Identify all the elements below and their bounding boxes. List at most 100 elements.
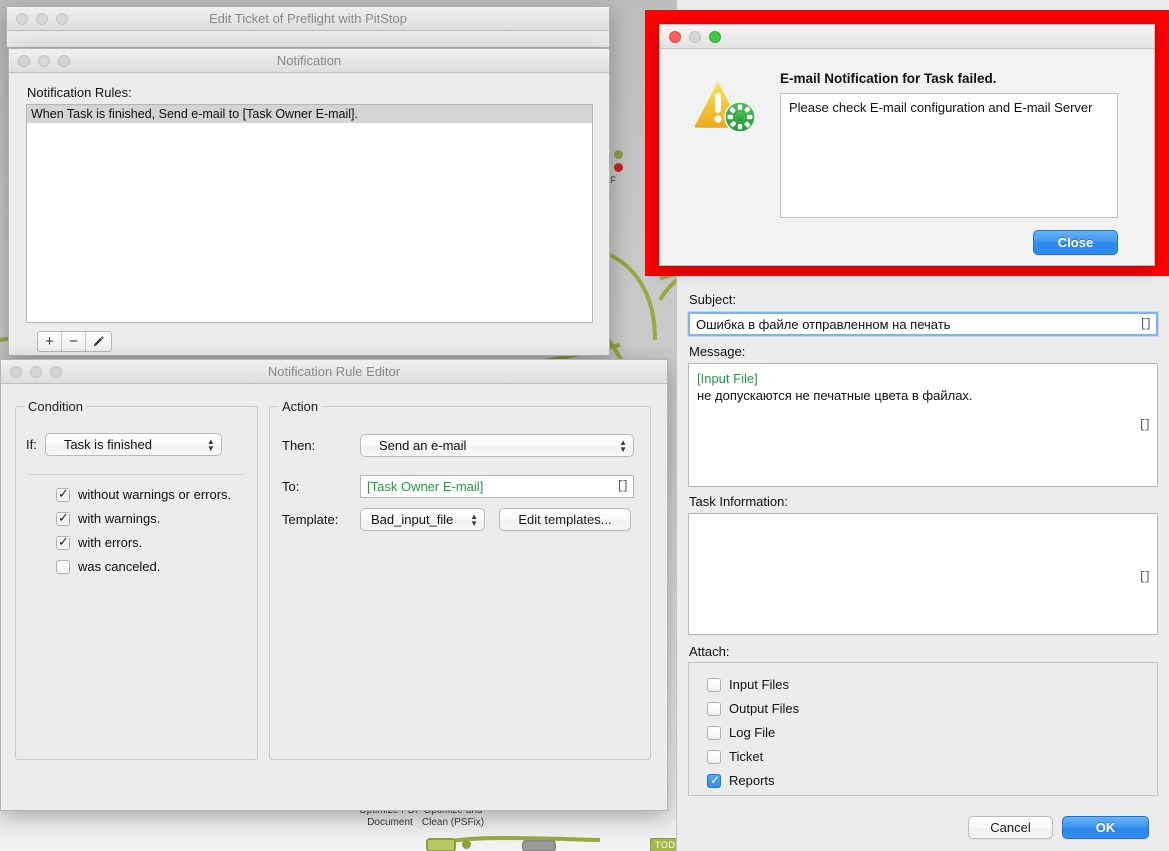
close-button[interactable] (16, 13, 28, 25)
checkbox-row[interactable]: was canceled. (56, 559, 231, 574)
checkbox-ticket[interactable] (707, 749, 721, 764)
minimize-button[interactable] (689, 31, 701, 43)
highlight-frame-top (645, 10, 1169, 24)
attach-row[interactable]: Ticket (707, 749, 1157, 764)
checkbox-with-warnings[interactable] (56, 510, 70, 526)
zoom-button[interactable] (709, 31, 721, 43)
if-condition-select[interactable]: Task is finished ▲ ▼ (44, 433, 222, 456)
checkbox-label: Reports (729, 773, 775, 788)
checkbox-without-warnings-or-errors[interactable] (56, 486, 70, 502)
checkbox-output-files[interactable] (707, 701, 721, 716)
cancel-button[interactable]: Cancel (968, 816, 1053, 839)
zoom-button[interactable] (56, 13, 68, 25)
checkbox-reports[interactable] (707, 772, 721, 788)
then-action-value: Send an e-mail (379, 438, 467, 453)
template-value: Bad_input_file (371, 512, 454, 527)
template-label: Template: (282, 512, 339, 527)
if-condition-value: Task is finished (63, 437, 152, 452)
chevron-updown-icon: ▲ ▼ (206, 436, 215, 453)
flowchart-node[interactable] (522, 840, 556, 851)
window-rule-editor[interactable]: Notification Rule Editor Condition If: T… (0, 359, 668, 811)
divider (26, 474, 246, 475)
titlebar-rule-editor[interactable]: Notification Rule Editor (1, 360, 667, 384)
rules-toolbar[interactable]: + − (37, 331, 112, 352)
to-variable-brackets[interactable]: [] (617, 479, 629, 493)
checkbox-with-errors[interactable] (56, 534, 70, 550)
attach-row[interactable]: Log File (707, 725, 1157, 740)
subject-label: Subject: (689, 292, 736, 307)
checkbox-was-canceled[interactable] (56, 559, 70, 574)
window-lights-rule-editor[interactable] (10, 360, 62, 384)
checkbox-row[interactable]: without warnings or errors. (56, 486, 232, 502)
task-information-variable-brackets[interactable]: [] (1139, 570, 1151, 584)
checkbox-label: Input Files (729, 677, 789, 692)
minimize-button[interactable] (38, 55, 50, 67)
titlebar-edit-ticket[interactable]: Edit Ticket of Preflight with PitStop (7, 7, 609, 31)
attach-row[interactable]: Reports (707, 772, 1157, 788)
remove-rule-button[interactable]: − (62, 332, 86, 351)
edit-rule-button[interactable] (86, 332, 111, 351)
then-action-select[interactable]: Send an e-mail ▲ ▼ (360, 434, 634, 457)
attach-group: Input Files Output Files Log File Ticket… (688, 662, 1158, 796)
alert-body-text: Please check E-mail configuration and E-… (789, 100, 1093, 115)
close-button[interactable] (669, 31, 681, 43)
checkbox-label: without warnings or errors. (78, 487, 232, 502)
edit-templates-button[interactable]: Edit templates... (499, 508, 631, 531)
checkbox-label: with warnings. (78, 511, 161, 526)
list-item[interactable]: When Task is finished, Send e-mail to [T… (27, 105, 592, 123)
to-row: To: [Task Owner E-mail] [] (282, 475, 634, 498)
minimize-button[interactable] (36, 13, 48, 25)
checkbox-log-file[interactable] (707, 725, 721, 740)
window-lights-edit-ticket[interactable] (16, 7, 68, 31)
to-field[interactable]: [Task Owner E-mail] [] (360, 475, 634, 498)
warning-triangle-gear-icon (692, 73, 762, 135)
window-lights-alert[interactable] (669, 25, 721, 49)
attach-row[interactable]: Output Files (707, 701, 1157, 716)
subject-input[interactable]: Ошибка в файле отправленном на печать [] (688, 312, 1158, 336)
close-button[interactable]: Close (1033, 230, 1118, 255)
titlebar-notification[interactable]: Notification (9, 49, 609, 73)
zoom-button[interactable] (50, 366, 62, 378)
to-label: To: (282, 479, 300, 494)
template-row: Template: Bad_input_file ▲ ▼ Edit templat… (282, 508, 631, 531)
flowchart-error-dot (614, 163, 623, 172)
message-variable-brackets[interactable]: [] (1139, 418, 1151, 432)
minimize-button[interactable] (30, 366, 42, 378)
warning-triangle-icon (692, 77, 756, 133)
template-select[interactable]: Bad_input_file ▲ ▼ (360, 508, 485, 531)
message-body: не допускаются не печатные цвета в файла… (697, 388, 973, 403)
close-button[interactable] (18, 55, 30, 67)
alert-heading: E-mail Notification for Task failed. (780, 71, 997, 86)
chevron-updown-icon: ▲ ▼ (619, 437, 627, 454)
zoom-button[interactable] (58, 55, 70, 67)
notification-rules-list[interactable]: When Task is finished, Send e-mail to [T… (26, 104, 593, 323)
action-legend: Action (278, 399, 323, 414)
alert-body-textarea[interactable]: Please check E-mail configuration and E-… (780, 93, 1118, 218)
task-information-textarea[interactable]: [] (688, 513, 1158, 635)
window-title-rule-editor: Notification Rule Editor (267, 364, 401, 379)
message-textarea[interactable]: [Input File] не допускаются не печатные … (688, 363, 1158, 487)
attach-row[interactable]: Input Files (707, 677, 1157, 692)
subject-variable-brackets[interactable]: [] (1140, 317, 1152, 331)
checkbox-row[interactable]: with errors. (56, 534, 231, 550)
ok-button[interactable]: OK (1062, 816, 1149, 839)
checkbox-label: with errors. (78, 535, 143, 550)
if-row: If: Task is finished ▲ ▼ (26, 433, 222, 456)
action-group: Action Then: Send an e-mail ▲ ▼ To: [Task… (269, 399, 651, 760)
flowchart-node[interactable] (426, 838, 456, 851)
to-value: [Task Owner E-mail] (367, 479, 484, 494)
window-lights-notification[interactable] (18, 49, 70, 73)
titlebar-alert[interactable] (660, 25, 1154, 49)
alert-dialog[interactable]: E-mail Notification for Task failed. Ple… (659, 24, 1155, 266)
window-edit-ticket[interactable]: Edit Ticket of Preflight with PitStop (6, 6, 610, 48)
checkbox-row[interactable]: with warnings. (56, 510, 231, 526)
if-label: If: (26, 437, 37, 452)
flowchart-ok-dot (462, 840, 471, 849)
condition-legend: Condition (24, 399, 87, 414)
flowchart-ok-dot (614, 150, 623, 159)
add-rule-button[interactable]: + (38, 332, 62, 351)
pencil-icon (93, 336, 104, 347)
close-button[interactable] (10, 366, 22, 378)
window-notification[interactable]: Notification Notification Rules: When Ta… (8, 48, 610, 392)
checkbox-input-files[interactable] (707, 677, 721, 692)
